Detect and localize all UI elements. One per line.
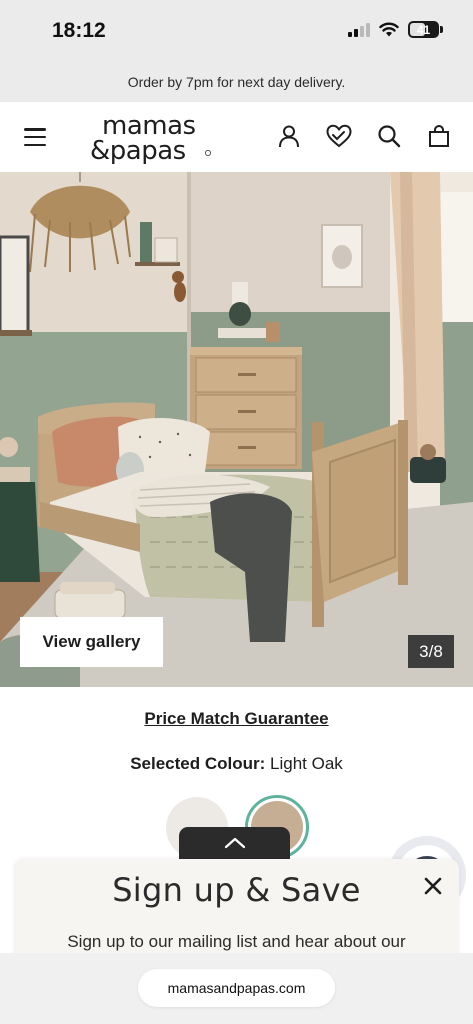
bag-icon[interactable]	[425, 122, 453, 150]
status-time: 18:12	[52, 19, 106, 42]
header-icons	[275, 122, 453, 150]
view-gallery-button[interactable]: View gallery	[20, 617, 163, 667]
browser-bottom-bar: mamasandpapas.com	[0, 953, 473, 1024]
signup-description: Sign up to our mailing list and hear abo…	[67, 932, 406, 951]
site-header: mamas &papas	[0, 102, 473, 172]
cellular-signal-icon	[348, 22, 370, 37]
selected-colour-value: Light Oak	[270, 754, 343, 773]
status-icons: 41	[348, 21, 443, 38]
close-icon[interactable]	[418, 871, 448, 901]
wifi-icon	[379, 22, 399, 37]
account-icon[interactable]	[275, 122, 303, 150]
address-bar-url: mamasandpapas.com	[167, 980, 306, 996]
product-image-gallery[interactable]: View gallery 3/8	[0, 172, 473, 687]
mamas-papas-logo[interactable]: mamas &papas	[88, 110, 214, 164]
signup-title: Sign up & Save	[112, 871, 361, 909]
product-photo-toddler-bed	[0, 172, 473, 687]
selected-colour-label: Selected Colour:	[130, 754, 266, 773]
expand-panel-tab[interactable]	[179, 827, 290, 859]
svg-text:&papas: &papas	[90, 136, 186, 164]
price-match-guarantee-link[interactable]: Price Match Guarantee	[0, 709, 473, 729]
address-bar[interactable]: mamasandpapas.com	[138, 969, 335, 1007]
search-icon[interactable]	[375, 122, 403, 150]
chevron-up-icon	[224, 837, 245, 849]
status-bar: 18:12 41	[0, 0, 473, 62]
menu-icon[interactable]	[24, 128, 46, 146]
battery-icon: 41	[408, 21, 439, 38]
promo-text: Order by 7pm for next day delivery.	[127, 74, 346, 90]
selected-colour: Selected Colour: Light Oak	[0, 754, 473, 774]
image-counter: 3/8	[408, 635, 454, 668]
promo-banner[interactable]: Order by 7pm for next day delivery.	[0, 62, 473, 102]
wishlist-heart-icon[interactable]	[325, 122, 353, 150]
battery-level-text: 41	[416, 22, 431, 37]
